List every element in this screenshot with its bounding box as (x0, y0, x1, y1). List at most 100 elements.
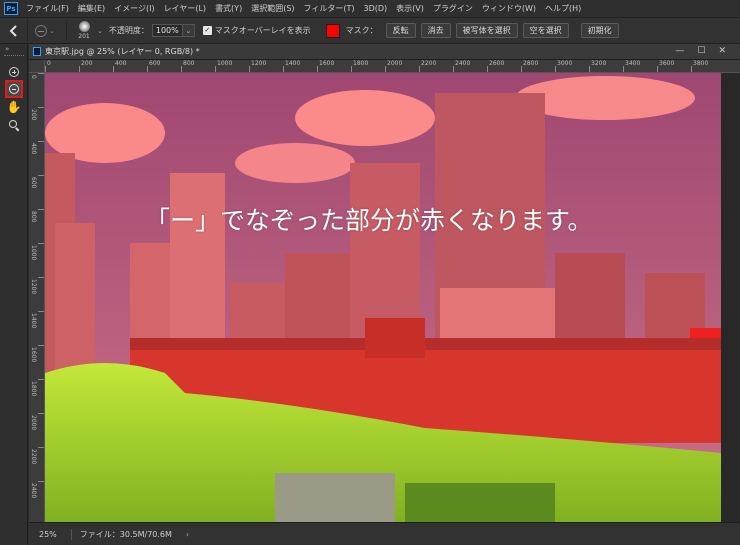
chevron-down-icon: ⌄ (49, 26, 55, 35)
tools-panel: » ✋ (0, 44, 28, 545)
ruler-tick-label: 3600 (659, 60, 675, 67)
brush-size: 201 (78, 33, 90, 40)
window-controls: — ☐ ✕ (675, 46, 726, 56)
maximize-icon[interactable]: ☐ (697, 46, 705, 56)
back-button[interactable] (0, 17, 28, 44)
ruler-tick-label: 1000 (217, 60, 233, 67)
ruler-tick (113, 66, 114, 72)
ruler-tick-label: 2000 (387, 60, 403, 67)
ruler-tick (657, 66, 658, 72)
clear-button[interactable]: 消去 (420, 23, 451, 38)
panel-grip[interactable] (4, 55, 24, 58)
ruler-tick-label: 2600 (489, 60, 505, 67)
zoom-out-tool[interactable] (5, 80, 23, 98)
overlay-caption: 「ー」でなぞった部分が赤くなります。 (145, 206, 593, 235)
hand-tool[interactable]: ✋ (6, 99, 22, 115)
magnifier-icon (9, 120, 17, 128)
document-title: 東京駅.jpg @ 25% (レイヤー 0, RGB/8) * (45, 47, 200, 56)
ruler-tick (521, 66, 522, 72)
ruler-tick-label: 2200 (421, 60, 437, 67)
opacity-dropdown[interactable]: ⌄ (182, 24, 195, 37)
menu-select[interactable]: 選択範囲(S) (251, 3, 294, 14)
options-bar: ⌄ 201 ⌄ 不透明度： 100% ⌄ ✓ マスクオーバーレイを表示 マスク：… (0, 17, 740, 44)
minimize-icon[interactable]: — (675, 46, 684, 56)
ruler-tick-label: 1400 (285, 60, 301, 67)
ruler-tick (38, 277, 44, 278)
expand-panel-icon[interactable]: » (5, 45, 9, 53)
ruler-tick (453, 66, 454, 72)
close-icon[interactable]: ✕ (718, 46, 726, 56)
ruler-tick-label: 200 (81, 60, 93, 67)
ruler-tick (38, 311, 44, 312)
ruler-tick (38, 413, 44, 414)
ruler-tick-label: 2400 (30, 483, 37, 499)
document-tab[interactable]: 東京駅.jpg @ 25% (レイヤー 0, RGB/8) * — ☐ ✕ (29, 44, 740, 60)
ruler-tick (38, 175, 44, 176)
opacity-input[interactable]: 100% (151, 24, 183, 37)
mask-overlay-label: マスクオーバーレイを表示 (214, 26, 311, 35)
select-subject-button[interactable]: 被写体を選択 (455, 23, 518, 38)
menu-help[interactable]: ヘルプ(H) (545, 3, 581, 14)
zoom-out-icon (9, 84, 19, 94)
ruler-tick (38, 243, 44, 244)
tool-preset-picker[interactable]: ⌄ (28, 19, 62, 43)
horizontal-ruler[interactable]: 0 200 400 600 800 1000 1200 1400 1600 1800 2000 220… (45, 60, 740, 73)
ruler-tick-label: 800 (183, 60, 195, 67)
ruler-tick-label: 3800 (693, 60, 709, 67)
zoom-in-tool[interactable] (6, 64, 22, 80)
ruler-tick-label: 0 (30, 75, 37, 79)
ruler-tick-label: 2800 (523, 60, 539, 67)
file-size-info: ファイル：30.5M/70.6M (79, 529, 172, 539)
tokyo-station-photo[interactable]: 「ー」でなぞった部分が赤くなります。 (45, 73, 721, 524)
ruler-tick-label: 600 (30, 177, 37, 189)
menu-plugins[interactable]: プラグイン (433, 3, 473, 14)
menu-view[interactable]: 表示(V) (396, 3, 424, 14)
ruler-tick (555, 66, 556, 72)
ruler-tick-label: 2200 (30, 449, 37, 465)
ruler-origin[interactable] (29, 60, 45, 73)
ruler-tick-label: 3400 (625, 60, 641, 67)
zoom-out-icon (35, 24, 48, 37)
menu-window[interactable]: ウィンドウ(W) (482, 3, 536, 14)
ruler-tick-label: 1200 (251, 60, 267, 67)
divider (66, 20, 67, 41)
ruler-tick (38, 73, 44, 74)
zoom-level[interactable]: 25% (39, 530, 57, 539)
ruler-tick (623, 66, 624, 72)
ruler-tick (419, 66, 420, 72)
ruler-tick-label: 600 (149, 60, 161, 67)
ruler-tick (385, 66, 386, 72)
menu-file[interactable]: ファイル(F) (26, 3, 69, 14)
ruler-tick-label: 400 (115, 60, 127, 67)
ruler-tick-label: 1600 (319, 60, 335, 67)
mask-color-swatch[interactable] (325, 23, 340, 38)
select-sky-button[interactable]: 空を選択 (522, 23, 569, 38)
status-menu-arrow[interactable]: › (186, 530, 189, 539)
ruler-tick-label: 3000 (557, 60, 573, 67)
status-bar: 25% ファイル：30.5M/70.6M › (29, 522, 740, 545)
ruler-tick (79, 66, 80, 72)
menu-3d[interactable]: 3D(D) (364, 4, 388, 13)
canvas-area[interactable]: 「ー」でなぞった部分が赤くなります。 (45, 73, 740, 524)
mask-overlay-checkbox[interactable]: ✓ (202, 26, 212, 35)
menu-image[interactable]: イメージ(I) (114, 3, 154, 14)
brush-tip-icon (78, 21, 90, 32)
invert-button[interactable]: 反転 (385, 23, 416, 38)
photoshop-logo[interactable]: Ps (4, 2, 18, 15)
zoom-tool[interactable] (6, 117, 22, 133)
menu-edit[interactable]: 編集(E) (78, 3, 105, 14)
ruler-tick-label: 1200 (30, 279, 37, 295)
ruler-tick (215, 66, 216, 72)
chevron-down-icon[interactable]: ⌄ (97, 27, 103, 35)
ruler-tick (38, 481, 44, 482)
ruler-tick-label: 2000 (30, 415, 37, 431)
brush-preset-picker[interactable]: 201 (71, 19, 97, 43)
ruler-tick-label: 400 (30, 143, 37, 155)
menu-type[interactable]: 書式(Y) (215, 3, 242, 14)
menu-filter[interactable]: フィルター(T) (304, 3, 355, 14)
ruler-tick (38, 447, 44, 448)
document-window: 東京駅.jpg @ 25% (レイヤー 0, RGB/8) * — ☐ ✕ 0 2… (29, 44, 740, 545)
reset-button[interactable]: 初期化 (580, 23, 619, 38)
menu-layer[interactable]: レイヤー(L) (164, 3, 206, 14)
vertical-ruler[interactable]: 0 200 400 600 800 1000 1200 1400 1600 1800 2000 220… (29, 73, 45, 522)
